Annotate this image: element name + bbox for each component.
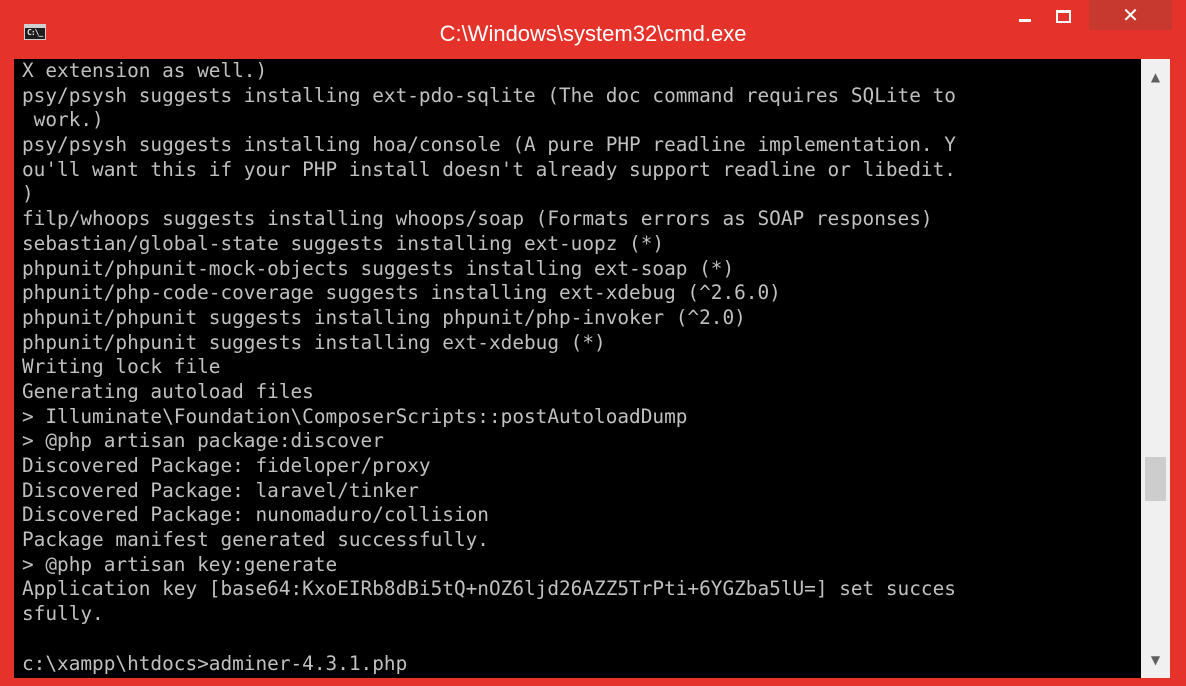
console-line: phpunit/phpunit suggests installing ext-…: [22, 330, 606, 354]
console-line: > Illuminate\Foundation\ComposerScripts:…: [22, 404, 688, 428]
console-line: c:\xampp\htdocs>adminer-4.3.1.php: [22, 651, 408, 675]
console-line: Writing lock file: [22, 355, 221, 379]
scroll-down-arrow-icon[interactable]: ▼: [1141, 648, 1170, 672]
console-line: ou'll want this if your PHP install does…: [22, 157, 956, 181]
console-line: Discovered Package: fideloper/proxy: [22, 454, 431, 477]
console-line: Generating autoload files: [22, 379, 314, 403]
console-line: > @php artisan key:generate: [22, 552, 338, 576]
console-line: Discovered Package: nunomaduro/collision: [22, 503, 489, 527]
minimize-icon: [1019, 18, 1031, 22]
console-area[interactable]: X extension as well.) psy/psysh suggests …: [14, 59, 1170, 678]
maximize-button[interactable]: [1043, 0, 1083, 32]
console-line: Discovered Package: laravel/tinker: [22, 478, 419, 502]
console-line: ): [22, 182, 34, 206]
console-output: X extension as well.) psy/psysh suggests …: [22, 59, 1144, 676]
vertical-scrollbar[interactable]: ▲ ▼: [1141, 59, 1170, 678]
console-line: phpunit/php-code-coverage suggests insta…: [22, 281, 781, 305]
scroll-up-arrow-icon[interactable]: ▲: [1141, 65, 1170, 89]
minimize-button[interactable]: [1010, 0, 1040, 32]
close-icon: ✕: [1122, 3, 1139, 27]
console-line: work.): [22, 108, 104, 132]
console-line: sebastian/global-state suggests installi…: [22, 231, 665, 255]
window-title: C:\Windows\system32\cmd.exe: [439, 21, 747, 46]
console-line: X extension as well.): [22, 59, 268, 82]
console-line: Package manifest generated successfully.: [22, 528, 489, 552]
console-line: psy/psysh suggests installing ext-pdo-sq…: [22, 83, 956, 107]
console-line: psy/psysh suggests installing hoa/consol…: [22, 133, 956, 157]
title-bar[interactable]: C:\_ C:\Windows\system32\cmd.exe ✕: [0, 0, 1186, 58]
console-line: filp/whoops suggests installing whoops/s…: [22, 207, 933, 231]
console-line: sfully.: [22, 602, 104, 626]
cmd-window: C:\_ C:\Windows\system32\cmd.exe ✕ X ext…: [0, 0, 1186, 686]
console-line: phpunit/phpunit suggests installing phpu…: [22, 305, 746, 329]
maximize-icon: [1055, 9, 1071, 23]
close-button[interactable]: ✕: [1089, 0, 1172, 30]
scrollbar-thumb[interactable]: [1145, 457, 1166, 501]
console-line: > @php artisan package:discover: [22, 429, 384, 453]
console-line: Application key [base64:KxoEIRb8dBi5tQ+n…: [22, 577, 956, 601]
console-line: phpunit/phpunit-mock-objects suggests in…: [22, 256, 735, 280]
